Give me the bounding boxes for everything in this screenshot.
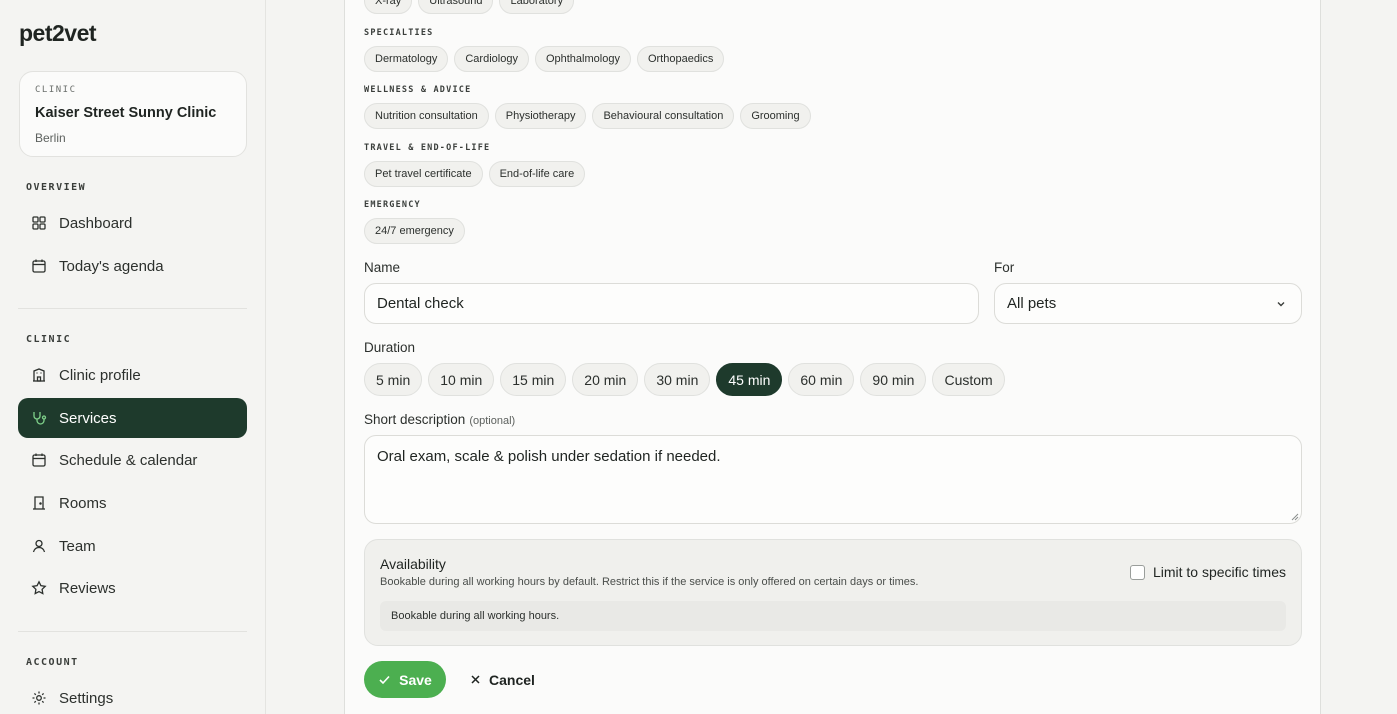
- sidebar-item-todays-agenda[interactable]: Today's agenda: [18, 246, 247, 286]
- sidebar-divider: [18, 308, 247, 309]
- save-label: Save: [399, 671, 432, 688]
- category-chip[interactable]: X-ray: [364, 0, 413, 14]
- name-label: Name: [364, 260, 401, 275]
- description-textarea[interactable]: Oral exam, scale & polish under sedation…: [364, 435, 1302, 524]
- sidebar-item-rooms[interactable]: Rooms: [18, 483, 247, 523]
- sidebar-item-label: Services: [59, 409, 117, 427]
- sidebar-item-label: Rooms: [59, 494, 107, 512]
- sidebar-item-label: Today's agenda: [59, 257, 164, 275]
- clinic-name: Kaiser Street Sunny Clinic: [35, 105, 217, 121]
- for-select-value: All pets: [1007, 295, 1057, 312]
- optional-hint: (optional): [469, 415, 516, 427]
- category-chip[interactable]: Laboratory: [499, 0, 575, 14]
- limit-times-toggle[interactable]: Limit to specific times: [1129, 564, 1286, 580]
- building-icon: [33, 368, 45, 382]
- category-chip[interactable]: End-of-life care: [488, 161, 586, 187]
- category-label-wellness: WELLNESS & ADVICE: [364, 85, 472, 95]
- category-chip[interactable]: Ultrasound: [418, 0, 494, 14]
- category-chip[interactable]: 24/7 emergency: [364, 218, 465, 244]
- name-input[interactable]: Dental check: [364, 283, 979, 324]
- section-label-clinic: CLINIC: [26, 334, 72, 345]
- category-chip[interactable]: Grooming: [740, 103, 811, 129]
- description-label: Short description (optional): [364, 412, 515, 427]
- chip-row-travel: Pet travel certificate End-of-life care: [364, 161, 586, 187]
- duration-options: 5 min 10 min 15 min 20 min 30 min 45 min…: [364, 363, 1005, 396]
- clinic-eyebrow: CLINIC: [35, 85, 77, 95]
- duration-option[interactable]: 5 min: [364, 363, 423, 396]
- brand-logo[interactable]: pet2vet: [19, 20, 97, 47]
- name-input-value: Dental check: [377, 295, 464, 312]
- category-chip[interactable]: Cardiology: [454, 46, 529, 72]
- check-icon: [379, 675, 390, 685]
- category-label-travel: TRAVEL & END-OF-LIFE: [364, 143, 491, 153]
- sidebar-divider: [18, 631, 247, 632]
- clinic-switcher-card[interactable]: CLINIC Kaiser Street Sunny Clinic Berlin: [19, 71, 247, 157]
- sidebar-item-label: Settings: [59, 689, 114, 707]
- sidebar-item-label: Reviews: [59, 579, 116, 597]
- for-select[interactable]: All pets: [994, 283, 1302, 324]
- description-label-text: Short description: [364, 412, 466, 427]
- sidebar-item-dashboard[interactable]: Dashboard: [18, 203, 247, 243]
- availability-section: Availability Bookable during all working…: [364, 539, 1302, 646]
- sidebar-item-label: Dashboard: [59, 214, 133, 232]
- duration-label: Duration: [364, 340, 416, 355]
- category-label-emergency: EMERGENCY: [364, 200, 421, 210]
- chevron-down-icon: [1277, 302, 1285, 307]
- chip-row-emergency: 24/7 emergency: [364, 218, 465, 244]
- section-label-overview: OVERVIEW: [26, 182, 87, 193]
- category-label-specialties: SPECIALTIES: [364, 28, 434, 38]
- cancel-label: Cancel: [489, 671, 535, 688]
- resize-handle-icon[interactable]: [1289, 511, 1299, 521]
- cancel-button[interactable]: Cancel: [460, 661, 545, 698]
- clinic-city: Berlin: [35, 131, 66, 145]
- category-chip[interactable]: Ophthalmology: [534, 46, 631, 72]
- limit-times-checkbox[interactable]: [1129, 564, 1145, 580]
- duration-option[interactable]: 60 min: [788, 363, 855, 396]
- sidebar-item-team[interactable]: Team: [18, 526, 247, 566]
- sidebar: pet2vet CLINIC Kaiser Street Sunny Clini…: [0, 0, 266, 714]
- duration-option-selected[interactable]: 45 min: [716, 363, 783, 396]
- availability-title: Availability: [380, 556, 446, 572]
- category-chip[interactable]: Physiotherapy: [494, 103, 587, 129]
- category-chip[interactable]: Nutrition consultation: [364, 103, 489, 129]
- duration-option[interactable]: 15 min: [500, 363, 567, 396]
- section-label-account: ACCOUNT: [26, 657, 79, 668]
- sidebar-item-label: Team: [59, 537, 96, 555]
- description-value: Oral exam, scale & polish under sedation…: [377, 448, 721, 465]
- close-icon: [471, 675, 480, 684]
- grid-icon: [32, 216, 46, 230]
- sidebar-item-label: Clinic profile: [59, 366, 141, 384]
- sidebar-item-label: Schedule & calendar: [59, 451, 198, 469]
- duration-option[interactable]: 30 min: [644, 363, 711, 396]
- sidebar-item-clinic-profile[interactable]: Clinic profile: [18, 355, 247, 395]
- duration-option[interactable]: 90 min: [860, 363, 927, 396]
- calendar-icon: [32, 453, 46, 467]
- user-icon: [32, 539, 46, 553]
- save-button[interactable]: Save: [364, 661, 446, 698]
- duration-option[interactable]: 10 min: [428, 363, 495, 396]
- limit-times-label: Limit to specific times: [1152, 564, 1286, 580]
- chip-row-specialties: Dermatology Cardiology Ophthalmology Ort…: [364, 46, 725, 72]
- stethoscope-icon: [33, 412, 47, 425]
- duration-option[interactable]: 20 min: [572, 363, 639, 396]
- door-icon: [33, 496, 45, 510]
- category-chip[interactable]: Dermatology: [364, 46, 449, 72]
- calendar-icon: [32, 259, 46, 273]
- chip-row-wellness: Nutrition consultation Physiotherapy Beh…: [364, 103, 811, 129]
- availability-status: Bookable during all working hours.: [380, 601, 1286, 631]
- duration-option-custom[interactable]: Custom: [932, 363, 1005, 396]
- availability-description: Bookable during all working hours by def…: [380, 576, 919, 588]
- category-chip[interactable]: Behavioural consultation: [592, 103, 735, 129]
- category-chip[interactable]: Orthopaedics: [636, 46, 725, 72]
- sidebar-item-reviews[interactable]: Reviews: [18, 568, 247, 608]
- star-icon: [31, 580, 47, 595]
- category-chip[interactable]: Pet travel certificate: [364, 161, 483, 187]
- for-label: For: [994, 260, 1015, 275]
- gear-icon: [32, 691, 46, 705]
- sidebar-item-settings[interactable]: Settings: [18, 678, 247, 714]
- sidebar-item-services[interactable]: Services: [18, 398, 247, 438]
- chip-row-diagnostics: X-ray Ultrasound Laboratory: [364, 0, 575, 14]
- sidebar-item-schedule-calendar[interactable]: Schedule & calendar: [18, 440, 247, 480]
